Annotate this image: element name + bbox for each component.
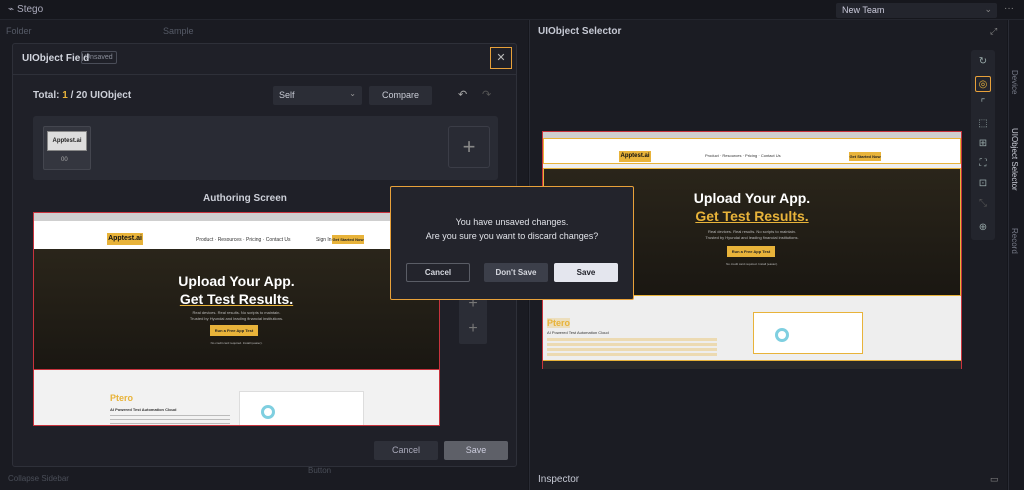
hero-cta: Run a Free App Test <box>210 325 258 336</box>
bg-sample-label: Sample <box>163 26 194 36</box>
dialog-message-1: You have unsaved changes. <box>455 217 569 227</box>
modal-divider <box>12 74 517 75</box>
target-select[interactable]: Self ⌄ <box>273 86 362 105</box>
site-nav: Product · Resources · Pricing · Contact … <box>196 237 291 243</box>
uiobject-thumbnail-bar <box>33 116 498 180</box>
undo-icon[interactable]: ↶ <box>458 88 467 101</box>
target-select-icon[interactable]: ◎ <box>975 76 991 92</box>
tab-record[interactable]: Record <box>1010 228 1019 254</box>
section-title: Ptero <box>110 393 134 403</box>
refresh-icon[interactable]: ↻ <box>975 54 991 70</box>
hero-sub-1: Real devices. Real results. No scripts t… <box>192 310 281 315</box>
thumbnail-image: Apptest.ai <box>47 131 87 151</box>
save-button[interactable]: Save <box>444 441 508 460</box>
zoom-in-icon[interactable]: ⊕ <box>975 220 991 236</box>
unsaved-badge: Unsaved <box>81 51 117 64</box>
crop-icon[interactable]: ⌜ <box>975 96 991 112</box>
dashboard-card <box>239 391 364 425</box>
site-signin: Sign In <box>316 237 332 243</box>
compare-button[interactable]: Compare <box>369 86 432 105</box>
hero-cta-note: No credit card required. Install (easier… <box>210 341 263 345</box>
tab-uiobject-selector[interactable]: UIObject Selector <box>1010 128 1019 191</box>
app-logo: ⌁ Stego <box>8 4 44 15</box>
region-select-icon[interactable]: ⬚ <box>975 116 991 132</box>
add-item-button-2[interactable]: + <box>459 314 487 344</box>
panel-toggle-icon[interactable]: ▭ <box>990 474 999 485</box>
redo-icon: ↷ <box>482 89 492 101</box>
hero-cta: Run a Free App Test <box>727 246 775 257</box>
bg-button-label: Button <box>308 466 332 475</box>
more-icon[interactable]: ··· <box>1004 3 1014 14</box>
authoring-screen-title: Authoring Screen <box>203 193 287 204</box>
cancel-button[interactable]: Cancel <box>374 441 438 460</box>
site-logo: Apptest.ai <box>107 233 143 245</box>
dialog-message-2: Are you sure you want to discard changes… <box>425 231 599 241</box>
hero-heading-2: Get Test Results. <box>179 291 294 307</box>
section-title: Ptero <box>547 318 571 328</box>
taskbar <box>543 360 961 369</box>
thumbnail-label: 00 <box>61 157 68 163</box>
panel-title: UIObject Selector <box>538 26 622 37</box>
get-started-button: Get Started Now <box>332 235 364 244</box>
site-logo: Apptest.ai <box>619 151 651 162</box>
grid-select-icon[interactable]: ⊞ <box>975 136 991 152</box>
dashboard-card <box>753 312 863 354</box>
team-selector[interactable]: New Team ⌄ <box>836 3 997 18</box>
hero-sub-2: Trusted by Hyundai and leading financial… <box>189 316 284 321</box>
chevron-down-icon: ⌄ <box>349 89 356 98</box>
bg-folder-label: Folder <box>6 26 32 36</box>
section-sub: AI Powered Test Automation Cloud <box>110 407 177 412</box>
tab-device[interactable]: Device <box>1010 70 1019 94</box>
dialog-cancel-button[interactable]: Cancel <box>406 263 470 282</box>
get-started-button: Get Started Now <box>849 152 881 161</box>
close-icon[interactable]: ✕ <box>490 47 512 69</box>
dialog-save-button[interactable]: Save <box>554 263 618 282</box>
site-nav: Product · Resources · Pricing · Contact … <box>705 153 781 158</box>
chevron-down-icon: ⌄ <box>984 4 992 14</box>
discard-changes-dialog <box>390 186 634 300</box>
fit-screen-icon[interactable]: ⤢ <box>990 26 997 37</box>
section-sub: AI Powered Test Automation Cloud <box>547 330 609 335</box>
logo-icon: ⌁ <box>8 4 15 15</box>
hero-heading-1: Upload Your App. <box>178 273 295 289</box>
inspector-title: Inspector <box>538 474 580 485</box>
expand-select-icon[interactable]: ⛶ <box>975 156 991 172</box>
add-uiobject-button[interactable]: + <box>448 126 490 168</box>
resize-icon: ⤡ <box>979 198 987 209</box>
authoring-screen-preview[interactable]: Apptest.ai Product · Resources · Pricing… <box>33 212 440 426</box>
focus-select-icon[interactable]: ⊡ <box>975 176 991 192</box>
modal-title: UIObject Field <box>22 53 90 64</box>
dont-save-button[interactable]: Don't Save <box>484 263 548 282</box>
total-count: Total: 1 / 20 UIObject <box>33 90 132 101</box>
collapse-sidebar-label: Collapse Sidebar <box>8 474 69 483</box>
